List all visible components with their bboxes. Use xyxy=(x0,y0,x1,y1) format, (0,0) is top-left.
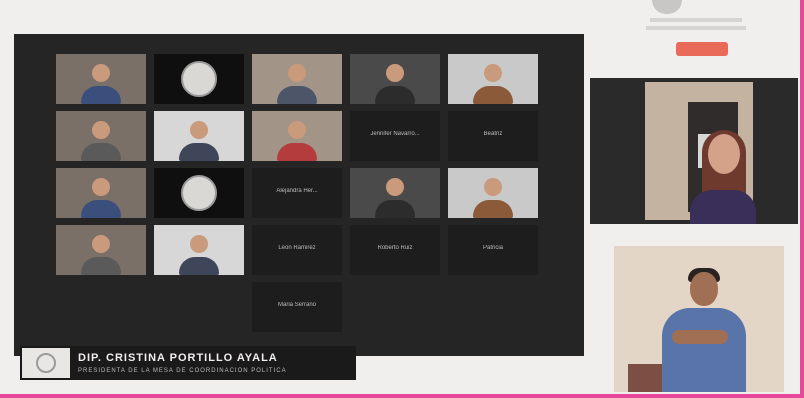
sign-language-interpreter xyxy=(614,246,784,392)
participant-name: Roberto Ruiz xyxy=(377,245,413,251)
header-logo-block xyxy=(632,0,772,62)
seal-logo-icon xyxy=(652,0,682,14)
participant-head-icon xyxy=(92,178,110,196)
participant-head-icon xyxy=(288,64,306,82)
participant-head-icon xyxy=(386,64,404,82)
participant-tile[interactable] xyxy=(448,54,538,104)
participant-tile[interactable] xyxy=(154,111,244,161)
participant-torso-icon xyxy=(81,200,121,218)
participant-tile[interactable] xyxy=(252,111,342,161)
participant-name: Beatriz xyxy=(483,131,503,137)
speaker-video xyxy=(590,78,798,224)
participant-torso-icon xyxy=(277,86,317,104)
participant-head-icon xyxy=(92,64,110,82)
participant-tile[interactable]: Alejandra Her... xyxy=(252,168,342,218)
logo-text-line-2 xyxy=(646,26,746,30)
participant-tile[interactable] xyxy=(448,168,538,218)
participant-tile[interactable] xyxy=(56,54,146,104)
participant-tile[interactable] xyxy=(56,111,146,161)
participant-name: Maria Serrano xyxy=(277,302,316,308)
participant-tile[interactable]: Beatriz xyxy=(448,111,538,161)
participant-head-icon xyxy=(92,121,110,139)
speaker-head xyxy=(708,134,740,174)
participant-tile[interactable]: Roberto Ruiz xyxy=(350,225,440,275)
participant-head-icon xyxy=(484,178,502,196)
participant-tile[interactable]: Jennifer Navarro... xyxy=(350,111,440,161)
logo-text-line-1 xyxy=(650,18,742,22)
lower-third: DIP. CRISTINA PORTILLO AYALA PRESIDENTA … xyxy=(20,346,356,380)
page-title xyxy=(300,0,560,12)
participant-tile[interactable]: Leon Ramirez xyxy=(252,225,342,275)
participant-tile[interactable] xyxy=(252,54,342,104)
participant-torso-icon xyxy=(473,86,513,104)
participant-head-icon xyxy=(190,121,208,139)
participant-tile[interactable] xyxy=(154,168,244,218)
interpreter-body xyxy=(662,308,746,392)
participant-head-icon xyxy=(386,178,404,196)
seal-logo-icon xyxy=(181,175,217,211)
participant-name: Leon Ramirez xyxy=(278,245,316,251)
interpreter-head xyxy=(690,272,718,306)
lower-third-seal-icon xyxy=(22,348,70,378)
participant-head-icon xyxy=(92,235,110,253)
participant-torso-icon xyxy=(81,257,121,275)
participant-torso-icon xyxy=(375,86,415,104)
seal-logo-icon xyxy=(181,61,217,97)
speaker-role: PRESIDENTA DE LA MESA DE COORDINACION PO… xyxy=(78,368,287,374)
participant-name: Alejandra Her... xyxy=(276,188,318,194)
participant-head-icon xyxy=(190,235,208,253)
participant-torso-icon xyxy=(81,86,121,104)
speaker-name: DIP. CRISTINA PORTILLO AYALA xyxy=(78,352,278,364)
participant-head-icon xyxy=(484,64,502,82)
participant-torso-icon xyxy=(179,257,219,275)
speaker-body xyxy=(690,190,756,224)
participant-head-icon xyxy=(288,121,306,139)
participant-torso-icon xyxy=(179,143,219,161)
participant-torso-icon xyxy=(81,143,121,161)
participant-tile[interactable] xyxy=(56,225,146,275)
participant-name: Patricia xyxy=(482,245,503,251)
participant-name: Jennifer Navarro... xyxy=(370,131,420,137)
interpreter-hands xyxy=(672,330,728,344)
participant-torso-icon xyxy=(277,143,317,161)
participant-torso-icon xyxy=(473,200,513,218)
zoom-gallery: Jennifer Navarro... Beatriz Alejandra Her.… xyxy=(14,34,584,356)
live-tag xyxy=(676,42,728,56)
participant-tile[interactable]: Patricia xyxy=(448,225,538,275)
participant-tile[interactable] xyxy=(350,54,440,104)
participant-tile[interactable] xyxy=(154,54,244,104)
participant-tile[interactable] xyxy=(56,168,146,218)
participant-torso-icon xyxy=(375,200,415,218)
participant-tile[interactable] xyxy=(350,168,440,218)
participant-tile[interactable]: Maria Serrano xyxy=(252,282,342,332)
participant-tile[interactable] xyxy=(154,225,244,275)
